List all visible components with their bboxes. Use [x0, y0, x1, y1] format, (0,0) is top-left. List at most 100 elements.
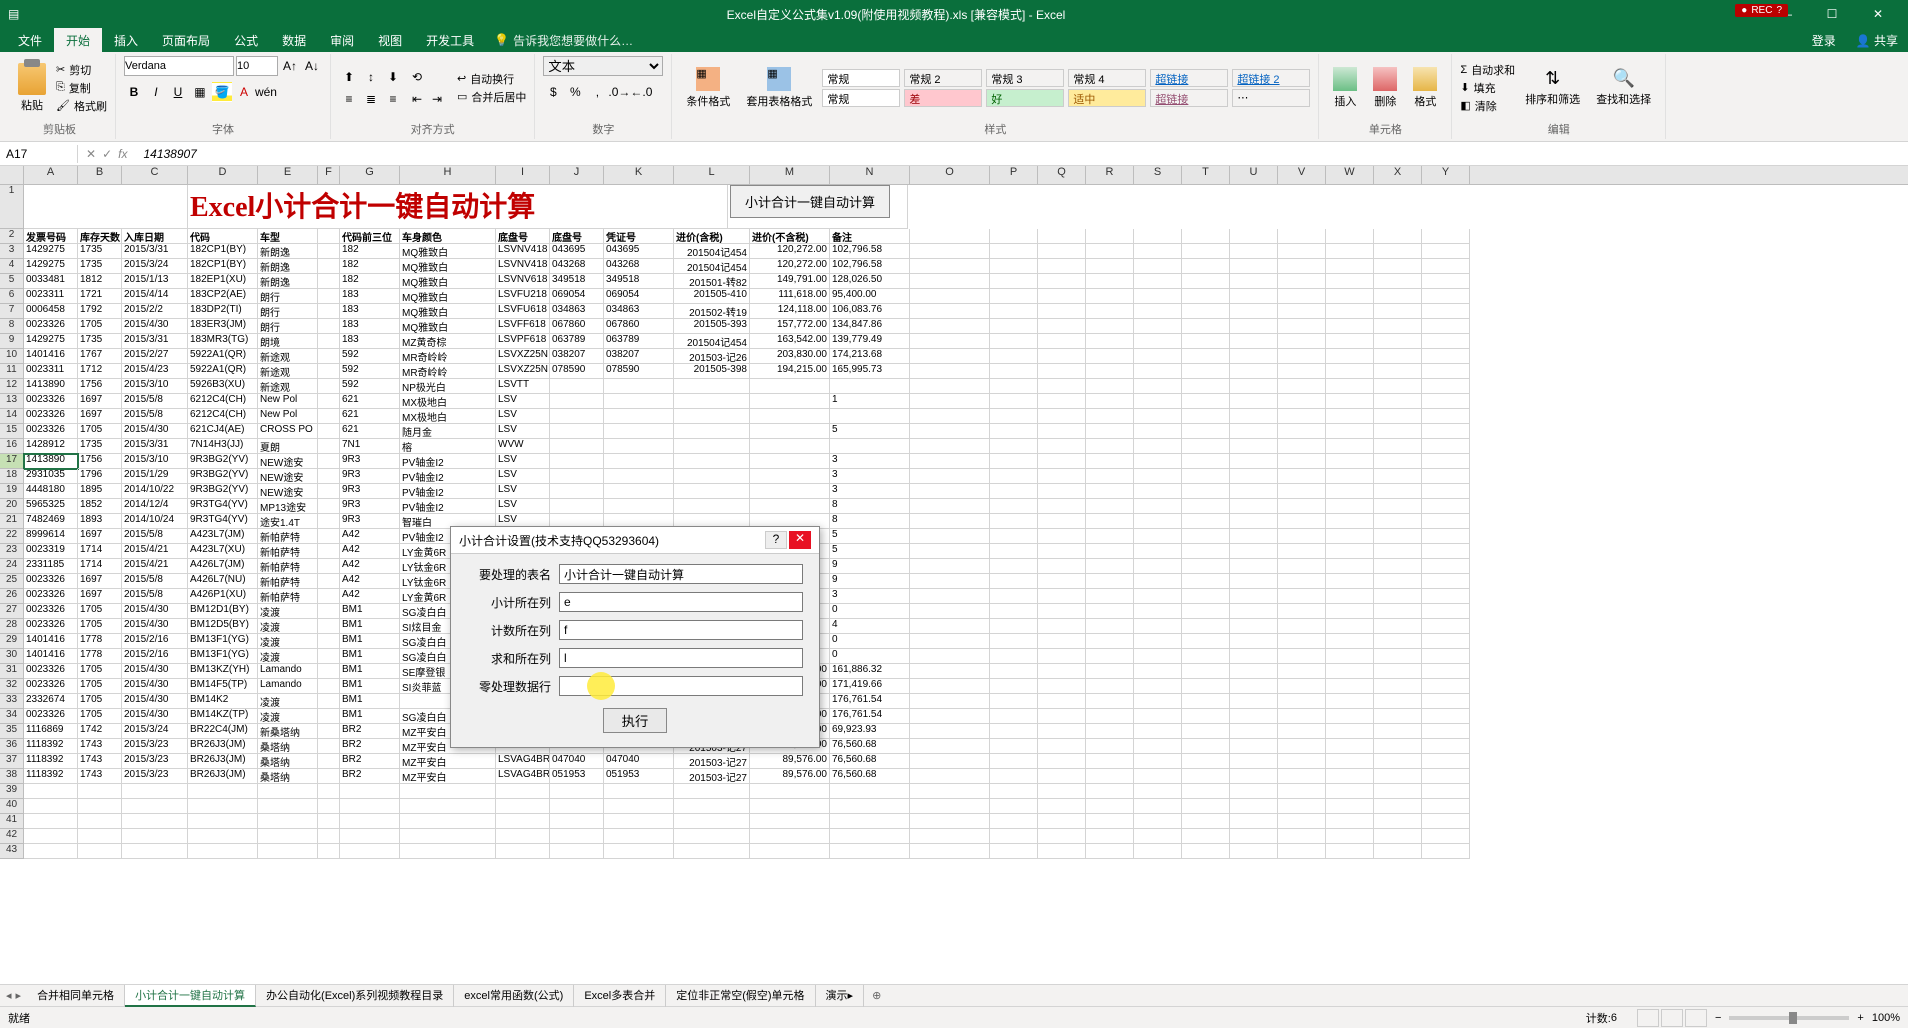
cell[interactable]: 2931035	[24, 469, 78, 484]
cell[interactable]: LSVTT	[496, 379, 550, 394]
fx-icon[interactable]: fx	[118, 147, 127, 161]
cell[interactable]	[1278, 409, 1326, 424]
cell[interactable]	[496, 829, 550, 844]
cell[interactable]	[990, 754, 1038, 769]
cell[interactable]: New Pol	[258, 409, 318, 424]
row-header[interactable]: 11	[0, 364, 24, 379]
cell[interactable]: 063789	[550, 334, 604, 349]
cell[interactable]	[1134, 724, 1182, 739]
column-header[interactable]: W	[1326, 166, 1374, 184]
cell[interactable]: MQ雅致白	[400, 289, 496, 304]
cell[interactable]	[990, 319, 1038, 334]
cell[interactable]	[1230, 349, 1278, 364]
cell[interactable]: 9R3	[340, 454, 400, 469]
cell[interactable]: 0023319	[24, 544, 78, 559]
merge-center-button[interactable]: ▭合并后居中	[457, 89, 526, 105]
cell[interactable]	[1182, 589, 1230, 604]
cell[interactable]	[1134, 364, 1182, 379]
cell[interactable]: 2015/3/23	[122, 739, 188, 754]
cell[interactable]: BM14F5(TP)	[188, 679, 258, 694]
align-right-button[interactable]: ≡	[383, 89, 403, 109]
style-normal3[interactable]: 常规 3	[986, 69, 1064, 87]
cell[interactable]: 3	[830, 454, 910, 469]
format-cells-button[interactable]: 格式	[1407, 65, 1443, 111]
cell[interactable]	[910, 664, 990, 679]
cell[interactable]: 174,213.68	[830, 349, 910, 364]
cell[interactable]	[1134, 739, 1182, 754]
formula-bar[interactable]	[135, 145, 1908, 163]
delete-cells-button[interactable]: 删除	[1367, 65, 1403, 111]
cell[interactable]	[910, 259, 990, 274]
cell[interactable]: 新帕萨特	[258, 559, 318, 574]
cell[interactable]	[1278, 424, 1326, 439]
cell[interactable]	[1038, 289, 1086, 304]
cell[interactable]: 0023326	[24, 589, 78, 604]
cell[interactable]	[990, 469, 1038, 484]
cell[interactable]	[1374, 319, 1422, 334]
cell[interactable]: 1735	[78, 439, 122, 454]
cell[interactable]	[1230, 769, 1278, 784]
cell[interactable]: 201505-393	[674, 319, 750, 334]
cell[interactable]	[1182, 649, 1230, 664]
cell[interactable]: MX极地白	[400, 409, 496, 424]
cell[interactable]	[910, 499, 990, 514]
cell[interactable]	[674, 424, 750, 439]
cell[interactable]	[1326, 379, 1374, 394]
cell[interactable]	[604, 499, 674, 514]
cell[interactable]: 9R3BG2(YV)	[188, 469, 258, 484]
cell[interactable]: 102,796.58	[830, 244, 910, 259]
cell[interactable]	[318, 754, 340, 769]
cell[interactable]	[1278, 769, 1326, 784]
cell[interactable]	[910, 514, 990, 529]
cell[interactable]	[1230, 469, 1278, 484]
cell[interactable]	[550, 799, 604, 814]
cell[interactable]	[1230, 244, 1278, 259]
cell[interactable]	[1326, 439, 1374, 454]
cell[interactable]	[1134, 769, 1182, 784]
cell[interactable]	[910, 739, 990, 754]
cell[interactable]: 069054	[604, 289, 674, 304]
cell[interactable]	[1182, 364, 1230, 379]
cell[interactable]	[1422, 514, 1470, 529]
cell[interactable]	[990, 484, 1038, 499]
cell[interactable]: 1743	[78, 739, 122, 754]
cell[interactable]	[910, 229, 990, 244]
cell[interactable]	[1326, 529, 1374, 544]
cell[interactable]: LSVFF618	[496, 319, 550, 334]
cell[interactable]	[1086, 454, 1134, 469]
find-select-button[interactable]: 🔍查找和选择	[1590, 66, 1657, 109]
tab-data[interactable]: 数据	[270, 28, 318, 53]
cell[interactable]: 201503-记27	[674, 769, 750, 784]
cell[interactable]: 1712	[78, 364, 122, 379]
sort-filter-button[interactable]: ⇅排序和筛选	[1519, 66, 1586, 109]
cell[interactable]	[1038, 304, 1086, 319]
cell[interactable]	[1326, 754, 1374, 769]
cell[interactable]	[1038, 724, 1086, 739]
cell[interactable]: WVW	[496, 439, 550, 454]
cell[interactable]: 9R3TG4(YV)	[188, 499, 258, 514]
cell[interactable]	[910, 379, 990, 394]
cell[interactable]	[1134, 754, 1182, 769]
cell[interactable]: 078590	[550, 364, 604, 379]
cell[interactable]	[1278, 709, 1326, 724]
cell[interactable]	[318, 574, 340, 589]
cell[interactable]: 034863	[604, 304, 674, 319]
cell[interactable]	[318, 364, 340, 379]
cell[interactable]: 201502-转19	[674, 304, 750, 319]
cell[interactable]: 592	[340, 379, 400, 394]
cell[interactable]: 051953	[550, 769, 604, 784]
cell[interactable]: BM1	[340, 709, 400, 724]
cell[interactable]: A426P1(XU)	[188, 589, 258, 604]
cell[interactable]: 0023326	[24, 709, 78, 724]
cell[interactable]	[910, 559, 990, 574]
cell[interactable]: 3	[830, 469, 910, 484]
cell[interactable]: 043695	[550, 244, 604, 259]
cell[interactable]	[550, 844, 604, 859]
cell[interactable]	[1422, 679, 1470, 694]
cell[interactable]	[1374, 439, 1422, 454]
cell[interactable]: 0023326	[24, 664, 78, 679]
cell[interactable]	[1086, 304, 1134, 319]
cell[interactable]: LSVNV418	[496, 259, 550, 274]
cell[interactable]: 底盘号	[496, 229, 550, 244]
cell[interactable]	[78, 814, 122, 829]
